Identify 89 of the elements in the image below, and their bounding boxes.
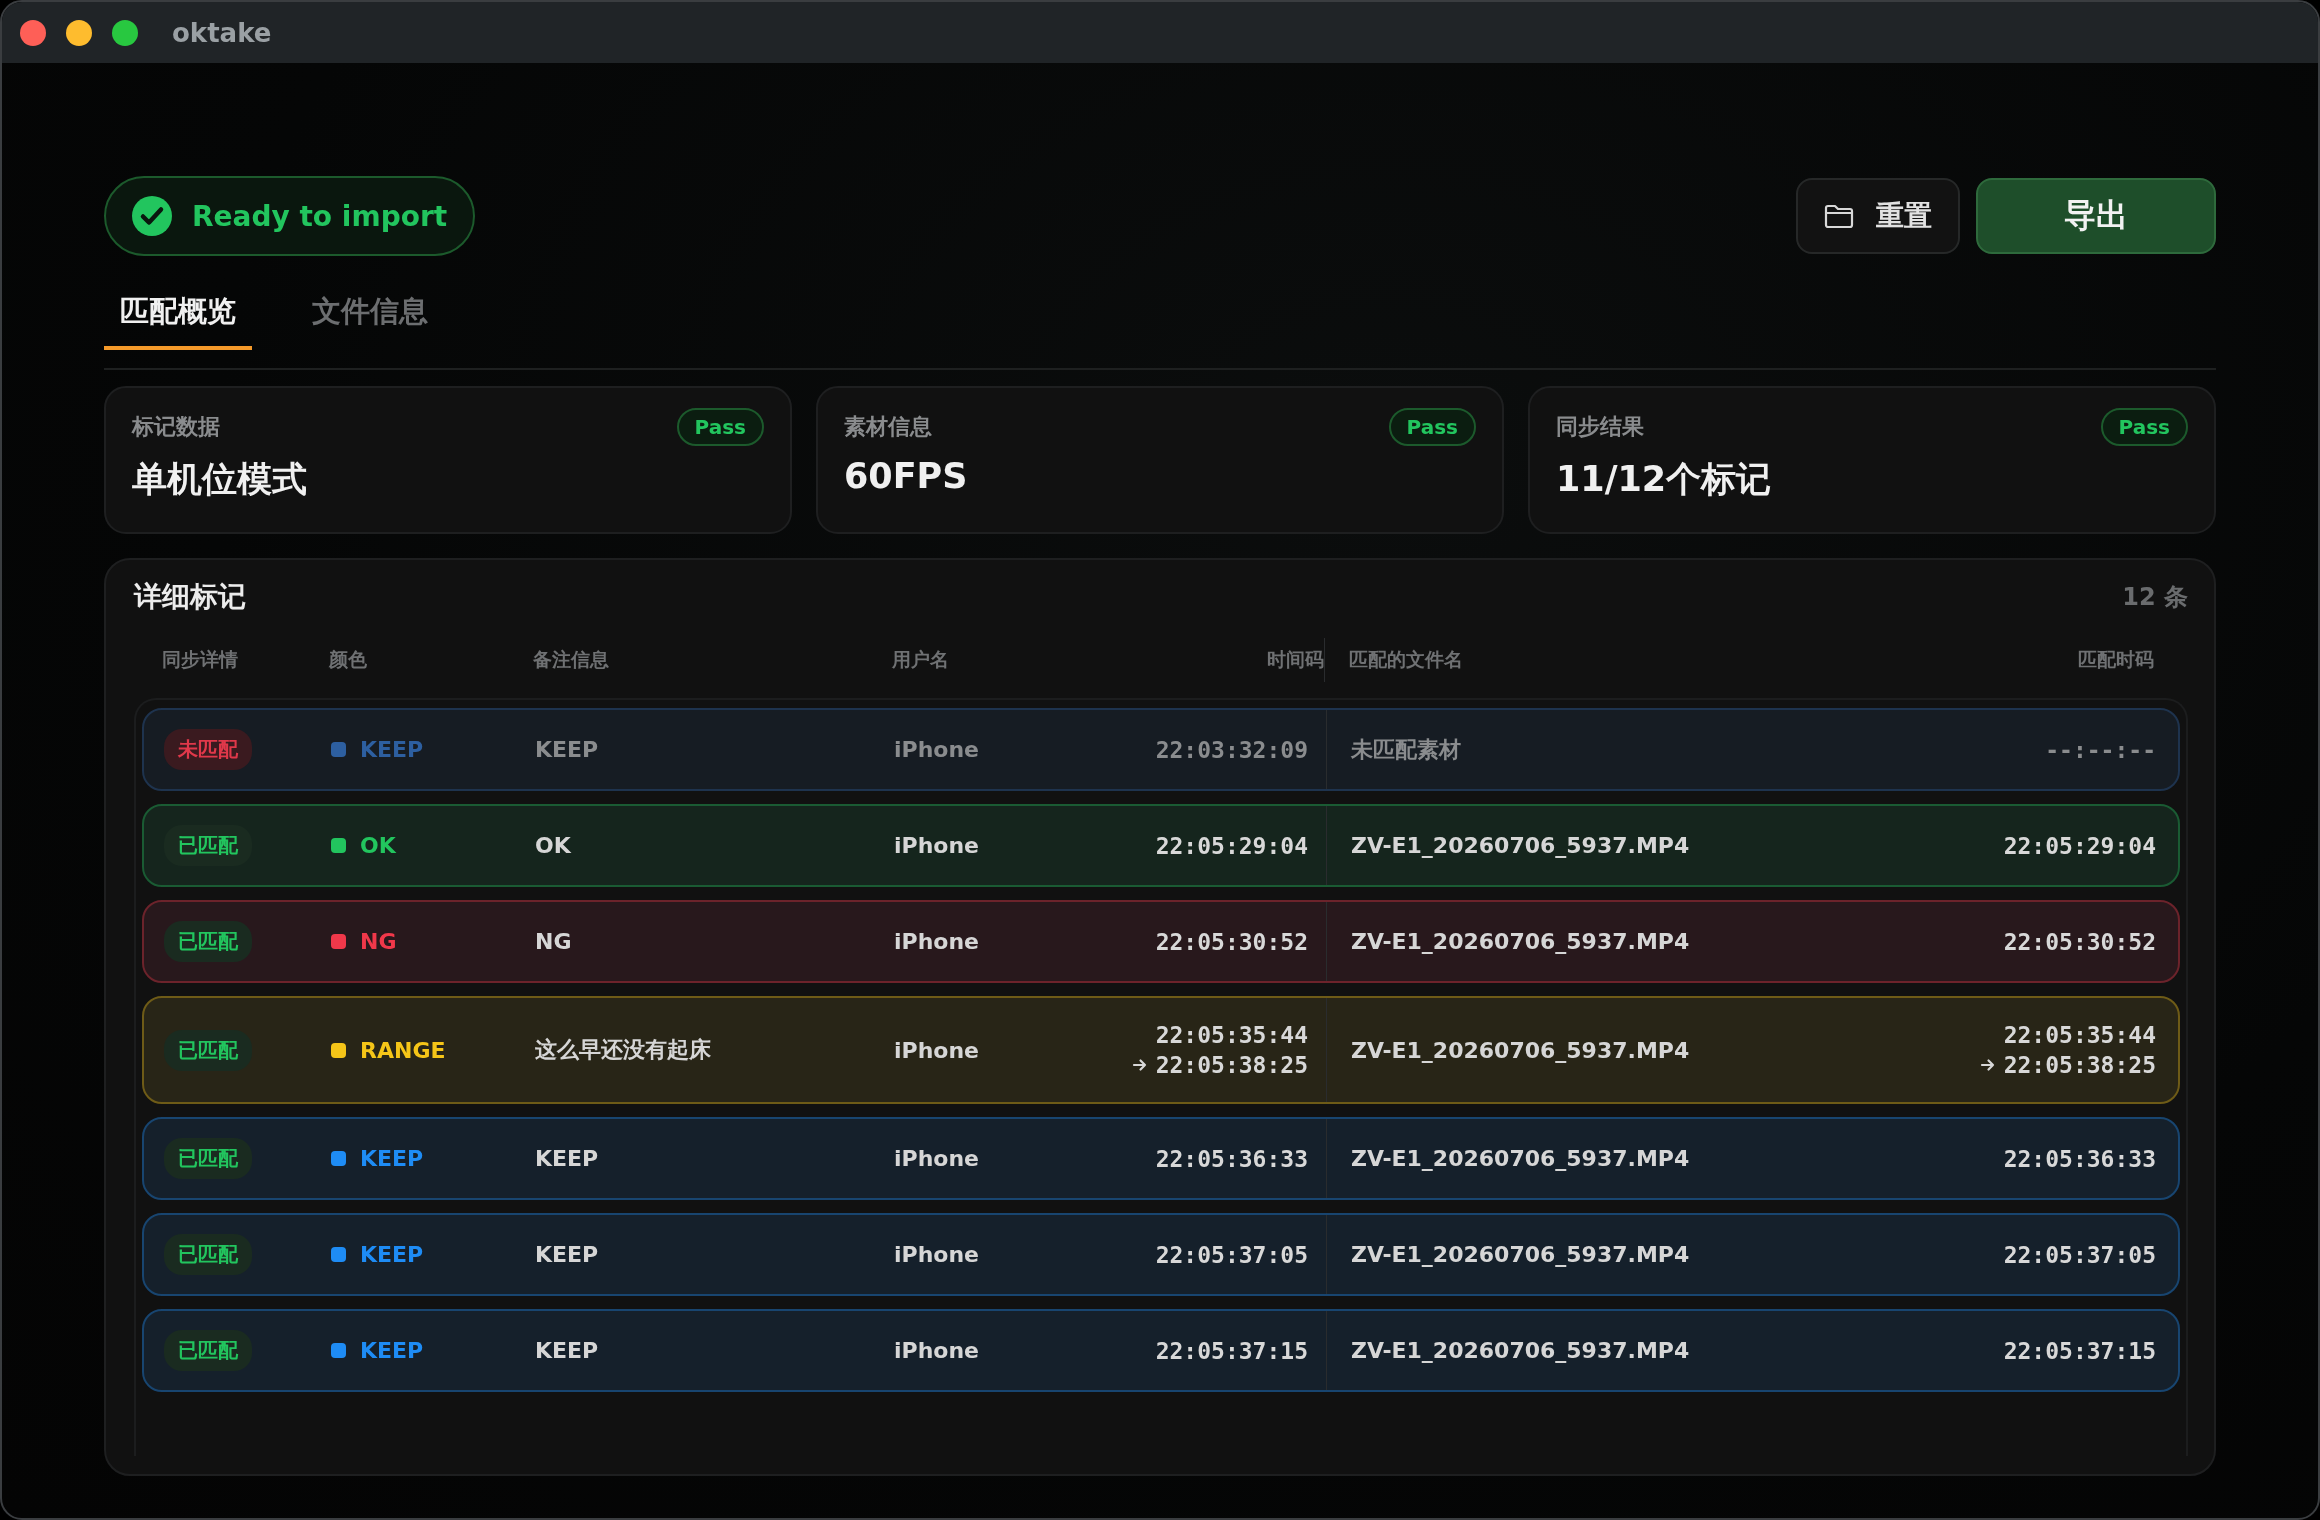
user-name: iPhone: [894, 1242, 980, 1267]
user-name: iPhone: [894, 1146, 980, 1171]
note-text: NG: [535, 929, 572, 954]
file-name: ZV-E1_20260706_5937.MP4: [1351, 833, 1690, 858]
note-text: KEEP: [535, 1242, 599, 1267]
export-button[interactable]: 导出: [1976, 178, 2216, 254]
color-label: KEEP: [360, 1338, 424, 1363]
column-header: 匹配的文件名: [1348, 647, 1464, 672]
timecode: 22:05:36:33: [1155, 1145, 1308, 1172]
column-header: 同步详情: [162, 647, 239, 672]
marker-row[interactable]: 已匹配 NG NG iPhone 22:05:30:52 ZV-E1_20260706_5937.MP4 22:05:30:52: [142, 900, 2180, 983]
matched-timecode: 22:05:30:52: [2003, 928, 2156, 955]
column-header: 颜色: [329, 647, 368, 672]
matched-timecode: 22:05:37:05: [2003, 1241, 2156, 1268]
window-title: oktake: [172, 17, 272, 48]
card-value: 单机位模式: [132, 458, 308, 501]
matched-timecode: 22:05:29:04: [2003, 832, 2156, 859]
column-header: 匹配时码: [2078, 647, 2154, 672]
close-button[interactable]: [20, 19, 46, 46]
timecode: 22:05:30:52: [1155, 928, 1308, 955]
user-name: iPhone: [894, 1338, 980, 1363]
marker-row[interactable]: 已匹配 RANGE 这么早还没有起床 iPhone 22:05:35:44 22:05:38:25 ZV-E1_20260706_5937.MP4 22:05:35:44 22:05:38:25: [142, 996, 2180, 1104]
card-label: 同步结果: [1556, 413, 1644, 441]
sync-status-badge: 已匹配: [164, 825, 252, 866]
color-label: KEEP: [360, 737, 424, 762]
user-name: iPhone: [894, 1037, 980, 1063]
reset-button[interactable]: 重置: [1796, 178, 1960, 254]
user-name: iPhone: [894, 737, 980, 762]
card-value: 11/12个标记: [1556, 458, 1773, 501]
marker-row[interactable]: 已匹配 KEEP KEEP iPhone 22:05:37:05 ZV-E1_20260706_5937.MP4 22:05:37:05: [142, 1213, 2180, 1296]
timecode: 22:05:37:15: [1155, 1337, 1308, 1364]
folder-icon: [1824, 203, 1854, 229]
user-name: iPhone: [894, 833, 980, 858]
sync-status-badge: 已匹配: [164, 1330, 252, 1371]
marker-row[interactable]: 已匹配 KEEP KEEP iPhone 22:05:36:33 ZV-E1_20260706_5937.MP4 22:05:36:33: [142, 1117, 2180, 1200]
sync-status-badge: 已匹配: [164, 1138, 252, 1179]
sync-status-badge: 未匹配: [164, 729, 252, 770]
marker-row[interactable]: 未匹配 KEEP KEEP iPhone 22:03:32:09 未匹配素材 --:--:--: [142, 708, 2180, 791]
column-header: 用户名: [892, 647, 950, 672]
matched-timecode: --:--:--: [2045, 736, 2156, 763]
file-name: ZV-E1_20260706_5937.MP4: [1351, 1242, 1690, 1267]
status-pill: Ready to import: [104, 176, 476, 256]
column-header: 备注信息: [533, 647, 610, 672]
color-label: RANGE: [360, 1037, 446, 1063]
file-name: ZV-E1_20260706_5937.MP4: [1351, 1146, 1690, 1171]
marker-row[interactable]: 已匹配 KEEP KEEP iPhone 22:05:37:15 ZV-E1_20260706_5937.MP4 22:05:37:15: [142, 1309, 2180, 1392]
arrow-icon: [1979, 1057, 1996, 1073]
panel-title: 详细标记: [134, 579, 246, 615]
sync-status-badge: 已匹配: [164, 1029, 252, 1071]
timecode: 22:03:32:09: [1155, 736, 1308, 763]
color-label: OK: [360, 833, 396, 858]
color-label: KEEP: [360, 1242, 424, 1267]
note-text: KEEP: [535, 1146, 599, 1171]
marker-count: 12 条: [2122, 582, 2188, 613]
matched-timecode: 22:05:35:44: [2003, 1022, 2156, 1048]
pass-badge: Pass: [1388, 408, 1476, 446]
file-name: ZV-E1_20260706_5937.MP4: [1351, 1338, 1690, 1363]
user-name: iPhone: [894, 929, 980, 954]
timecode: 22:05:35:44: [1155, 1022, 1308, 1048]
file-name: 未匹配素材: [1351, 735, 1461, 764]
timecode: 22:05:38:25: [1155, 1052, 1308, 1078]
pass-badge: Pass: [676, 408, 764, 446]
color-label: KEEP: [360, 1146, 424, 1171]
note-text: OK: [535, 833, 571, 858]
minimize-button[interactable]: [66, 19, 92, 46]
note-text: 这么早还没有起床: [535, 1036, 711, 1064]
arrow-icon: [1131, 1057, 1148, 1073]
check-circle-icon: [132, 196, 172, 236]
matched-timecode: 22:05:36:33: [2003, 1145, 2156, 1172]
maximize-button[interactable]: [112, 19, 138, 46]
sync-status-badge: 已匹配: [164, 1234, 252, 1275]
sync-status-badge: 已匹配: [164, 921, 252, 962]
color-label: NG: [360, 929, 397, 954]
card-label: 素材信息: [844, 413, 932, 441]
note-text: KEEP: [535, 737, 599, 762]
matched-timecode: 22:05:38:25: [2003, 1052, 2156, 1078]
note-text: KEEP: [535, 1338, 599, 1363]
timecode: 22:05:37:05: [1155, 1241, 1308, 1268]
timecode: 22:05:29:04: [1155, 832, 1308, 859]
matched-timecode: 22:05:37:15: [2003, 1337, 2156, 1364]
file-name: ZV-E1_20260706_5937.MP4: [1351, 1037, 1690, 1063]
pass-badge: Pass: [2100, 408, 2188, 446]
card-value: 60FPS: [844, 456, 969, 496]
file-name: ZV-E1_20260706_5937.MP4: [1351, 929, 1690, 954]
tab[interactable]: 匹配概览: [104, 280, 252, 350]
marker-row[interactable]: 已匹配 OK OK iPhone 22:05:29:04 ZV-E1_20260706_5937.MP4 22:05:29:04: [142, 804, 2180, 887]
card-label: 标记数据: [132, 413, 220, 441]
column-header: 时间码: [1266, 647, 1324, 672]
tab[interactable]: 文件信息: [296, 280, 444, 350]
